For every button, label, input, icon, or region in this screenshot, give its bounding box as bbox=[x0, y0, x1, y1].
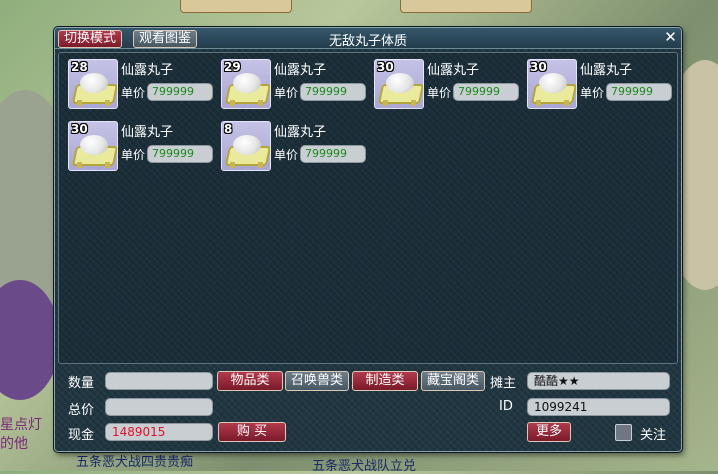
category-craft-button[interactable]: 制造类 bbox=[352, 371, 418, 391]
total-price-label: 总价 bbox=[68, 403, 95, 418]
stall-shop-window: 切换模式 观看图鉴 无敌丸子体质 ✕ 28 仙露丸子 单价 799999 29 … bbox=[54, 27, 682, 452]
price-label: 单价 bbox=[274, 86, 299, 100]
window-titlebar: 切换模式 观看图鉴 无敌丸子体质 ✕ bbox=[55, 28, 681, 49]
item-count: 29 bbox=[224, 60, 241, 74]
item-card[interactable]: 28 仙露丸子 单价 799999 bbox=[59, 53, 213, 109]
player-name-line2: 的他 bbox=[0, 436, 28, 452]
item-price: 799999 bbox=[453, 83, 519, 101]
item-card[interactable]: 30 仙露丸子 单价 799999 bbox=[365, 53, 519, 109]
item-grid: 28 仙露丸子 单价 799999 29 仙露丸子 单价 799999 30 仙… bbox=[58, 52, 678, 364]
item-name: 仙露丸子 bbox=[427, 63, 480, 78]
item-card[interactable]: 30 仙露丸子 单价 799999 bbox=[59, 115, 213, 171]
id-label: ID bbox=[499, 399, 513, 414]
close-icon[interactable]: ✕ bbox=[663, 30, 678, 45]
item-name: 仙露丸子 bbox=[121, 63, 174, 78]
dumpling-on-plate-icon[interactable]: 30 bbox=[374, 59, 424, 109]
price-label: 单价 bbox=[121, 148, 146, 162]
dumpling-on-plate-icon[interactable]: 30 bbox=[68, 121, 118, 171]
item-price: 799999 bbox=[147, 145, 213, 163]
item-count: 30 bbox=[377, 60, 394, 74]
dumpling-on-plate-icon[interactable]: 30 bbox=[527, 59, 577, 109]
top-nameplate-right bbox=[400, 0, 532, 13]
item-name: 仙露丸子 bbox=[274, 63, 327, 78]
item-count: 8 bbox=[224, 122, 233, 136]
cash-label: 现金 bbox=[68, 428, 95, 443]
player-name-bottom-left: 五条恶犬战四贵贵痴 bbox=[76, 455, 194, 470]
price-label: 单价 bbox=[580, 86, 605, 100]
item-count: 28 bbox=[71, 60, 88, 74]
dumpling-on-plate-icon[interactable]: 28 bbox=[68, 59, 118, 109]
dumpling-on-plate-icon[interactable]: 8 bbox=[221, 121, 271, 171]
item-count: 30 bbox=[71, 122, 88, 136]
item-count: 30 bbox=[530, 60, 547, 74]
id-value: 1099241 bbox=[527, 398, 670, 416]
follow-label: 关注 bbox=[640, 428, 667, 443]
quantity-label: 数量 bbox=[68, 376, 95, 391]
more-button[interactable]: 更多 bbox=[527, 422, 571, 442]
price-label: 单价 bbox=[427, 86, 452, 100]
category-summon-button[interactable]: 召唤兽类 bbox=[285, 371, 349, 391]
item-price: 799999 bbox=[606, 83, 672, 101]
dumpling-on-plate-icon[interactable]: 29 bbox=[221, 59, 271, 109]
item-price: 799999 bbox=[300, 83, 366, 101]
window-title: 无敌丸子体质 bbox=[328, 34, 407, 49]
item-price: 799999 bbox=[147, 83, 213, 101]
stall-owner-value: 酷酷★★ bbox=[527, 372, 670, 390]
player-name-bottom-right: 五条恶犬战队立兑 bbox=[312, 459, 417, 474]
item-name: 仙露丸子 bbox=[274, 125, 327, 140]
buy-button[interactable]: 购 买 bbox=[218, 422, 286, 442]
item-card[interactable]: 30 仙露丸子 单价 799999 bbox=[518, 53, 672, 109]
price-label: 单价 bbox=[274, 148, 299, 162]
quantity-input[interactable] bbox=[105, 372, 213, 390]
category-treasure-button[interactable]: 藏宝阁类 bbox=[421, 371, 485, 391]
price-label: 单价 bbox=[121, 86, 146, 100]
category-items-button[interactable]: 物品类 bbox=[217, 371, 283, 391]
player-name-line1: 星点灯 bbox=[0, 417, 42, 433]
item-name: 仙露丸子 bbox=[121, 125, 174, 140]
total-price-value bbox=[105, 398, 213, 416]
item-card[interactable]: 29 仙露丸子 单价 799999 bbox=[212, 53, 366, 109]
cash-value: 1489015 bbox=[105, 423, 213, 441]
follow-checkbox[interactable] bbox=[615, 424, 632, 441]
item-name: 仙露丸子 bbox=[580, 63, 633, 78]
item-card[interactable]: 8 仙露丸子 单价 799999 bbox=[212, 115, 366, 171]
item-price: 799999 bbox=[300, 145, 366, 163]
stall-owner-label: 摊主 bbox=[490, 376, 517, 391]
top-nameplate-left bbox=[180, 0, 292, 13]
